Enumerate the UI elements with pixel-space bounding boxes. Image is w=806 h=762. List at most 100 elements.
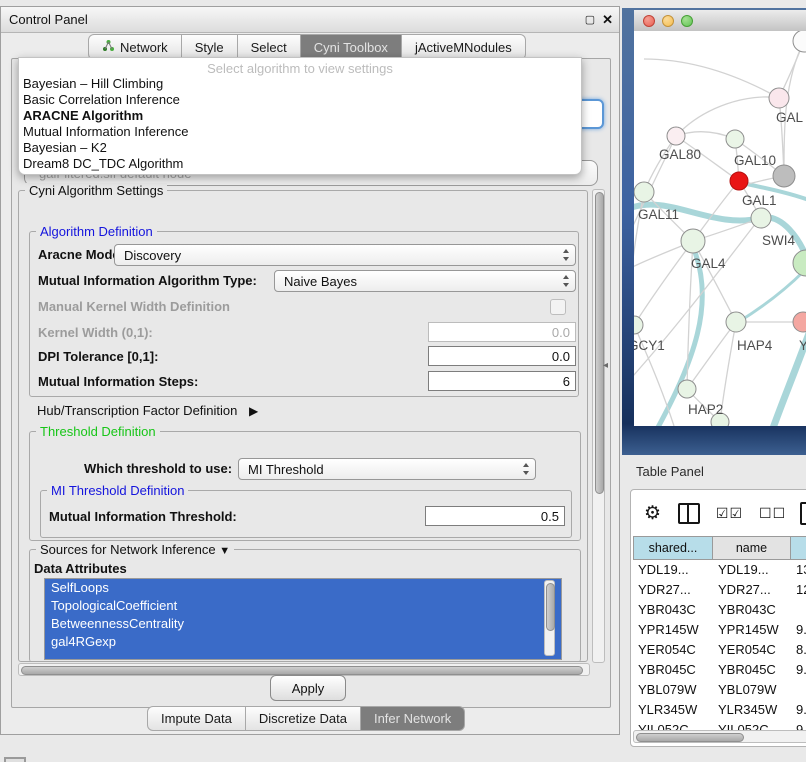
mi-steps-field[interactable]: 6 — [428, 371, 576, 391]
maximize-window-icon[interactable] — [681, 15, 693, 27]
table-cell: 12 — [791, 580, 806, 600]
network-graph[interactable]: GALGAL80GAL10GAL1GAL11GAL4SWI4GCY1HAP4YH… — [634, 31, 806, 426]
settings-vertical-scrollbar[interactable] — [592, 189, 605, 663]
network-edge[interactable] — [656, 247, 702, 426]
table-body: YDL19...YDL19...13YDR27...YDR27...12YBR0… — [633, 560, 806, 740]
mi-type-label: Mutual Information Algorithm Type: — [38, 273, 257, 288]
table-horizontal-scrollbar[interactable] — [633, 730, 806, 743]
float-window-icon[interactable]: ▢ — [585, 13, 595, 26]
tab-infer-network[interactable]: Infer Network — [361, 706, 465, 731]
minimized-panel-icon[interactable] — [4, 757, 26, 762]
network-edge[interactable] — [772, 317, 806, 426]
expand-right-icon[interactable]: ▶ — [249, 404, 258, 418]
network-edge[interactable] — [634, 245, 684, 271]
table-row[interactable]: YPR145WYPR145W9. — [633, 620, 806, 640]
network-edge[interactable] — [644, 59, 779, 98]
network-node-gcy1[interactable] — [634, 316, 643, 334]
table-row[interactable]: YLR345WYLR345W9. — [633, 700, 806, 720]
table-row[interactable]: YER054CYER054C8. — [633, 640, 806, 660]
hub-definition-toggle[interactable]: Hub/Transcription Factor Definition ▶ — [37, 403, 258, 418]
network-node[interactable] — [793, 250, 806, 276]
attributes-scrollbar[interactable] — [544, 580, 555, 656]
network-node-gal80[interactable] — [667, 127, 685, 145]
mi-type-select[interactable]: Naive Bayes — [274, 270, 576, 292]
network-node-hap4[interactable] — [726, 312, 746, 332]
network-node-gal10[interactable] — [726, 130, 744, 148]
algorithm-option[interactable]: ARACNE Algorithm — [19, 108, 581, 124]
table-row[interactable]: YBR045CYBR045C9. — [633, 660, 806, 680]
data-attributes-list[interactable]: SelfLoopsTopologicalCoefficientBetweenne… — [44, 578, 562, 660]
table-cell — [791, 680, 806, 700]
column-header[interactable]: name — [713, 536, 791, 560]
network-edge[interactable] — [687, 322, 736, 389]
algorithm-option[interactable]: Basic Correlation Inference — [19, 92, 581, 108]
table-cell: YBR045C — [633, 660, 713, 680]
network-node-gal1[interactable] — [730, 172, 748, 190]
table-cell: 9. — [791, 660, 806, 680]
table-row[interactable]: YDL19...YDL19...13 — [633, 560, 806, 580]
panel-divider-grip[interactable]: ◂ — [603, 360, 608, 371]
tab-discretize-data[interactable]: Discretize Data — [246, 706, 361, 731]
network-node-hap2[interactable] — [678, 380, 696, 398]
attribute-item[interactable]: SelfLoops — [45, 579, 561, 597]
network-node[interactable] — [773, 165, 795, 187]
column-header[interactable]: shared... — [633, 536, 713, 560]
apply-button[interactable]: Apply — [270, 675, 346, 701]
mi-threshold-field[interactable]: 0.5 — [425, 506, 565, 526]
algorithm-option[interactable]: Mutual Information Inference — [19, 124, 581, 140]
application-root: Control Panel ▢ ✕ NetworkStyleSelectCyni… — [0, 0, 806, 762]
select-all-columns-icon[interactable]: ☑☑ — [716, 505, 743, 522]
table-row[interactable]: YDR27...YDR27...12 — [633, 580, 806, 600]
algorithm-option[interactable]: Bayesian – K2 — [19, 140, 581, 156]
column-layout-icon[interactable] — [678, 503, 700, 524]
network-view-window: GALGAL80GAL10GAL1GAL11GAL4SWI4GCY1HAP4YH… — [622, 8, 806, 455]
table-cell: YBL079W — [633, 680, 713, 700]
collapse-down-icon[interactable]: ▼ — [219, 545, 230, 557]
table-cell: YLR345W — [633, 700, 713, 720]
attribute-item[interactable]: TopologicalCoefficient — [45, 597, 561, 615]
which-threshold-select[interactable]: MI Threshold — [238, 458, 536, 480]
network-node-label: GCY1 — [634, 338, 665, 353]
network-node-y[interactable] — [793, 312, 806, 332]
network-canvas[interactable]: GALGAL80GAL10GAL1GAL11GAL4SWI4GCY1HAP4YH… — [634, 31, 806, 426]
network-edge[interactable] — [676, 97, 779, 136]
network-node-gal11[interactable] — [634, 182, 654, 202]
aracne-mode-select[interactable]: Discovery — [114, 244, 576, 266]
network-node-label: GAL — [776, 110, 804, 125]
algorithm-option[interactable]: Dream8 DC_TDC Algorithm — [19, 156, 581, 172]
deselect-all-columns-icon[interactable]: ☐☐ — [759, 505, 786, 522]
dpi-tolerance-field[interactable]: 0.0 — [428, 346, 576, 366]
table-cell: 8. — [791, 640, 806, 660]
network-node-gal[interactable] — [769, 88, 789, 108]
attribute-item[interactable]: BetweennessCentrality — [45, 615, 561, 633]
column-header[interactable]: A — [791, 536, 806, 560]
attribute-item[interactable]: gal4RGexp — [45, 633, 561, 651]
network-node[interactable] — [793, 31, 806, 52]
algorithm-dropdown-popup: Select algorithm to view settings Bayesi… — [18, 57, 582, 175]
network-edge[interactable] — [740, 271, 804, 321]
attributes-scrollbar-thumb[interactable] — [546, 583, 555, 631]
algorithm-placeholder: Select algorithm to view settings — [19, 58, 581, 76]
kernel-width-label: Kernel Width (0,1): — [38, 325, 153, 340]
close-panel-icon[interactable]: ✕ — [602, 12, 613, 28]
gear-icon[interactable]: ⚙ — [644, 502, 661, 525]
control-panel-title: Control Panel — [9, 12, 88, 27]
tab-impute-data[interactable]: Impute Data — [147, 706, 246, 731]
aracne-mode-value: Discovery — [124, 248, 181, 263]
table-horizontal-thumb[interactable] — [636, 733, 744, 742]
table-row[interactable]: YBR043CYBR043C — [633, 600, 806, 620]
network-node-gal4[interactable] — [681, 229, 705, 253]
manual-kernel-checkbox[interactable] — [550, 299, 566, 315]
settings-vertical-thumb[interactable] — [595, 192, 604, 494]
algorithm-option[interactable]: Bayesian – Hill Climbing — [19, 76, 581, 92]
export-table-icon[interactable] — [800, 502, 806, 525]
kernel-width-field[interactable]: 0.0 — [428, 322, 576, 342]
settings-horizontal-thumb[interactable] — [21, 666, 583, 675]
settings-group-title: Cyni Algorithm Settings — [25, 183, 167, 198]
table-row[interactable]: YBL079WYBL079W — [633, 680, 806, 700]
minimize-window-icon[interactable] — [662, 15, 674, 27]
network-node-swi4[interactable] — [751, 208, 771, 228]
table-cell — [791, 600, 806, 620]
network-window-titlebar[interactable] — [634, 10, 806, 32]
close-window-icon[interactable] — [643, 15, 655, 27]
